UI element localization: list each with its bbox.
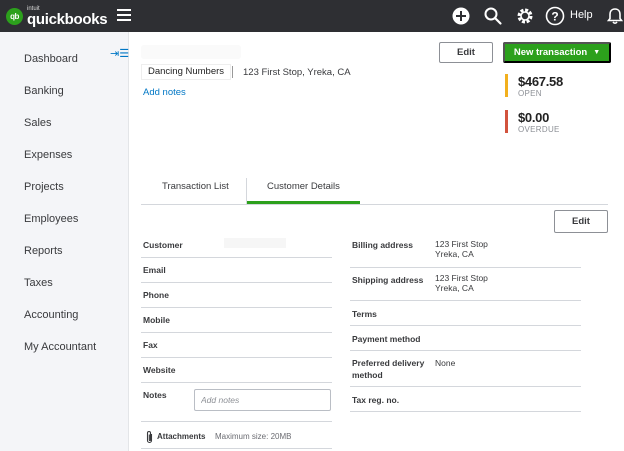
billing-address-line2: Yreka, CA <box>435 249 474 259</box>
overdue-balance-amount: $0.00 <box>518 110 550 125</box>
help-icon[interactable]: ? <box>545 6 565 26</box>
preferred-delivery-label-line2: method <box>352 370 383 380</box>
customer-value-redacted <box>224 238 286 248</box>
open-balance-bar <box>505 74 508 97</box>
sidebar: ⇥☰ Dashboard Banking Sales Expenses Proj… <box>0 32 129 451</box>
qb-logo-icon: qb <box>6 8 23 25</box>
customer-address: 123 First Stop, Yreka, CA <box>243 67 351 78</box>
shipping-address-line1: 123 First Stop <box>435 273 488 283</box>
phone-label: Phone <box>143 290 169 300</box>
new-transaction-button[interactable]: New transaction ▼ <box>503 42 611 63</box>
customer-label: Customer <box>143 240 183 250</box>
tab-customer-details[interactable]: Customer Details <box>267 181 340 192</box>
sidebar-item-reports[interactable]: Reports <box>24 245 63 257</box>
payment-method-label: Payment method <box>352 334 421 344</box>
edit-customer-button[interactable]: Edit <box>439 42 493 63</box>
tabs-baseline <box>141 204 608 205</box>
sidebar-item-my-accountant[interactable]: My Accountant <box>24 341 96 353</box>
top-bar: qb intuit quickbooks ? Help <box>0 0 624 32</box>
mobile-label: Mobile <box>143 315 170 325</box>
sidebar-item-accounting[interactable]: Accounting <box>24 309 78 321</box>
add-notes-link[interactable]: Add notes <box>143 87 186 98</box>
svg-text:?: ? <box>551 10 558 24</box>
open-balance-label: OPEN <box>518 89 542 98</box>
shipping-address-label: Shipping address <box>352 275 424 285</box>
paperclip-icon[interactable] <box>145 430 154 444</box>
billing-address-line1: 123 First Stop <box>435 239 488 249</box>
billing-address-label: Billing address <box>352 240 413 250</box>
quickbooks-logo[interactable]: qb intuit quickbooks <box>6 6 108 28</box>
notes-input[interactable] <box>194 389 331 411</box>
company-name: Dancing Numbers <box>141 64 232 80</box>
notes-label: Notes <box>143 390 167 400</box>
divider <box>232 66 233 78</box>
fax-label: Fax <box>143 340 158 350</box>
search-icon[interactable] <box>483 6 503 26</box>
shipping-address-line2: Yreka, CA <box>435 283 474 293</box>
sidebar-item-banking[interactable]: Banking <box>24 85 64 97</box>
sidebar-item-dashboard[interactable]: Dashboard <box>24 53 78 65</box>
overdue-balance-label: OVERDUE <box>518 125 560 134</box>
caret-down-icon: ▼ <box>593 49 601 56</box>
attachments-max-size: Maximum size: 20MB <box>215 432 292 441</box>
email-label: Email <box>143 265 166 275</box>
help-label[interactable]: Help <box>570 9 593 21</box>
overdue-balance-bar <box>505 110 508 133</box>
gear-icon[interactable] <box>515 6 535 26</box>
plus-circle-icon[interactable] <box>451 6 471 26</box>
sidebar-item-projects[interactable]: Projects <box>24 181 64 193</box>
edit-details-button[interactable]: Edit <box>554 210 608 233</box>
hamburger-menu-icon[interactable] <box>117 9 131 21</box>
open-balance-amount: $467.58 <box>518 74 563 89</box>
preferred-delivery-label: Preferred delivery <box>352 358 425 368</box>
sidebar-item-sales[interactable]: Sales <box>24 117 52 129</box>
tax-reg-label: Tax reg. no. <box>352 395 400 405</box>
terms-label: Terms <box>352 309 377 319</box>
collapse-sidebar-icon[interactable]: ⇥☰ <box>110 47 129 60</box>
attachments-label[interactable]: Attachments <box>157 432 205 441</box>
sidebar-item-taxes[interactable]: Taxes <box>24 277 53 289</box>
bell-icon[interactable] <box>605 6 624 26</box>
customer-name-redacted <box>141 45 241 59</box>
tab-transaction-list[interactable]: Transaction List <box>162 181 229 192</box>
sidebar-item-employees[interactable]: Employees <box>24 213 78 225</box>
website-label: Website <box>143 365 176 375</box>
sidebar-item-expenses[interactable]: Expenses <box>24 149 72 161</box>
preferred-delivery-value: None <box>435 358 456 368</box>
brand-name: quickbooks <box>27 11 108 28</box>
